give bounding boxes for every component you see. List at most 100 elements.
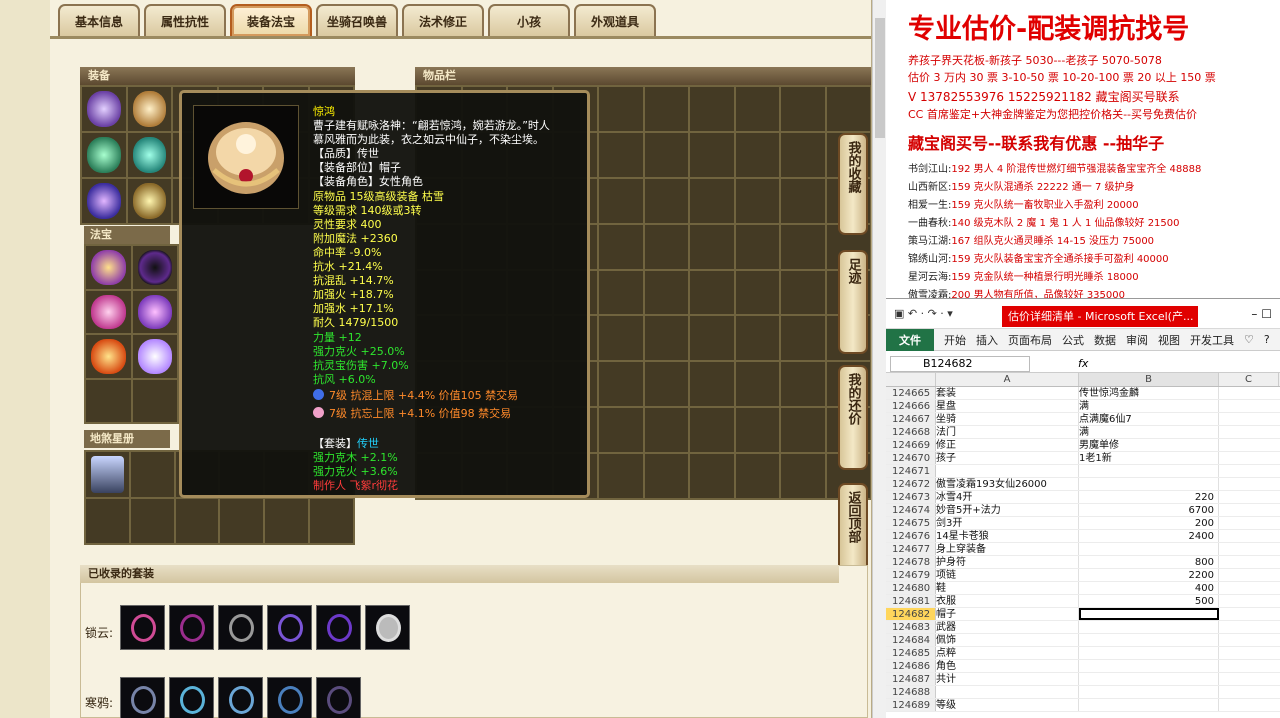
inventory-slot[interactable] [690, 270, 734, 315]
cell-a[interactable]: 身上穿装备 [936, 543, 1079, 555]
inventory-slot[interactable] [781, 224, 825, 269]
cell-c[interactable] [1219, 543, 1279, 555]
cell-c[interactable] [1219, 634, 1279, 646]
inventory-slot[interactable] [781, 408, 825, 453]
suit-item-icon[interactable] [365, 605, 410, 650]
tab-mounts-pets[interactable]: 坐骑召唤兽 [316, 4, 398, 36]
row-number[interactable]: 124673 [886, 491, 936, 503]
row-number[interactable]: 124676 [886, 530, 936, 542]
cell-a[interactable]: 坐骑 [936, 413, 1079, 425]
tab-spell-correction[interactable]: 法术修正 [402, 4, 484, 36]
suit-item-icon[interactable] [169, 605, 214, 650]
row-number[interactable]: 124678 [886, 556, 936, 568]
inventory-slot[interactable] [644, 362, 688, 407]
cell-a[interactable]: 衣服 [936, 595, 1079, 607]
cell-a[interactable]: 帽子 [936, 608, 1079, 620]
corner-cell[interactable] [886, 373, 936, 386]
row-number[interactable]: 124681 [886, 595, 936, 607]
fabao-slot[interactable] [132, 246, 177, 289]
cell-c[interactable] [1219, 582, 1279, 594]
row-number[interactable]: 124666 [886, 400, 936, 412]
tab-appearance[interactable]: 外观道具 [574, 4, 656, 36]
star-slot[interactable] [310, 498, 353, 543]
equip-slot[interactable] [82, 179, 126, 223]
column-header-a[interactable]: A [936, 373, 1079, 386]
inventory-slot[interactable] [644, 132, 688, 177]
cell-a[interactable]: 傲雪凌霜193女仙26000 [936, 478, 1079, 490]
suit-item-icon[interactable] [169, 677, 214, 718]
scrollbar-thumb[interactable] [875, 18, 885, 138]
fabao-slot[interactable] [132, 335, 177, 378]
cell-c[interactable] [1219, 491, 1279, 503]
inventory-slot[interactable] [781, 362, 825, 407]
inventory-slot[interactable] [735, 454, 779, 498]
inventory-slot[interactable] [735, 408, 779, 453]
suit-item-icon[interactable] [120, 605, 165, 650]
inventory-slot[interactable] [644, 224, 688, 269]
cell-b[interactable] [1079, 621, 1219, 633]
cell-b[interactable]: 满 [1079, 426, 1219, 438]
fabao-slot[interactable] [132, 290, 177, 333]
inventory-slot[interactable] [735, 316, 779, 361]
cell-b[interactable]: 220 [1079, 491, 1219, 503]
ribbon-tab-view[interactable]: 视图 [1158, 332, 1180, 348]
cell-c[interactable] [1219, 608, 1279, 620]
inventory-slot[interactable] [735, 132, 779, 177]
cell-b[interactable] [1079, 699, 1219, 711]
fabao-slot[interactable] [86, 290, 131, 333]
row-number[interactable]: 124668 [886, 426, 936, 438]
cell-a[interactable]: 星盘 [936, 400, 1079, 412]
row-number[interactable]: 124677 [886, 543, 936, 555]
cell-c[interactable] [1219, 413, 1279, 425]
inventory-slot[interactable] [781, 132, 825, 177]
star-slot[interactable] [130, 498, 174, 543]
cell-c[interactable] [1219, 699, 1279, 711]
cell-b[interactable] [1079, 673, 1219, 685]
equip-slot[interactable] [82, 133, 126, 177]
cell-a[interactable] [936, 686, 1079, 698]
ribbon-tab-developer[interactable]: 开发工具 [1190, 332, 1234, 348]
cell-a[interactable]: 妙音5开+法力 [936, 504, 1079, 516]
inventory-slot[interactable] [599, 132, 643, 177]
row-number[interactable]: 124688 [886, 686, 936, 698]
row-number[interactable]: 124674 [886, 504, 936, 516]
suit-item-icon[interactable] [316, 677, 361, 718]
suit-item-icon[interactable] [218, 677, 263, 718]
cell-c[interactable] [1219, 530, 1279, 542]
row-number[interactable]: 124686 [886, 660, 936, 672]
footprint-button[interactable]: 足迹 [838, 250, 868, 354]
inventory-slot[interactable] [781, 270, 825, 315]
inventory-slot[interactable] [690, 316, 734, 361]
inventory-slot[interactable] [599, 454, 643, 498]
cell-b[interactable] [1079, 608, 1219, 620]
inventory-slot[interactable] [690, 132, 734, 177]
cell-b[interactable] [1079, 465, 1219, 477]
quick-access-toolbar[interactable]: ▣ ↶ · ↷ · ▾ [894, 307, 953, 320]
cell-c[interactable] [1219, 387, 1279, 399]
cell-b[interactable]: 满 [1079, 400, 1219, 412]
star-slot[interactable] [86, 452, 129, 497]
inventory-slot[interactable] [690, 362, 734, 407]
suit-item-icon[interactable] [316, 605, 361, 650]
inventory-slot[interactable] [599, 408, 643, 453]
row-number[interactable]: 124680 [886, 582, 936, 594]
equip-slot[interactable] [127, 87, 171, 131]
inventory-slot[interactable] [735, 178, 779, 223]
tab-basic-info[interactable]: 基本信息 [58, 4, 140, 36]
cell-a[interactable]: 修正 [936, 439, 1079, 451]
star-slot[interactable] [175, 498, 219, 543]
inventory-slot[interactable] [781, 316, 825, 361]
cell-b[interactable]: 6700 [1079, 504, 1219, 516]
row-number[interactable]: 124670 [886, 452, 936, 464]
cell-c[interactable] [1219, 517, 1279, 529]
fabao-slot[interactable] [86, 379, 131, 422]
row-number[interactable]: 124675 [886, 517, 936, 529]
suit-item-icon[interactable] [267, 677, 312, 718]
cell-c[interactable] [1219, 400, 1279, 412]
favorites-button[interactable]: 我的收藏 [838, 133, 868, 235]
row-number[interactable]: 124687 [886, 673, 936, 685]
star-slot[interactable] [220, 498, 264, 543]
cell-a[interactable]: 共计 [936, 673, 1079, 685]
cell-b[interactable]: 男魔单修 [1079, 439, 1219, 451]
function-icon[interactable]: fx [1078, 357, 1088, 370]
